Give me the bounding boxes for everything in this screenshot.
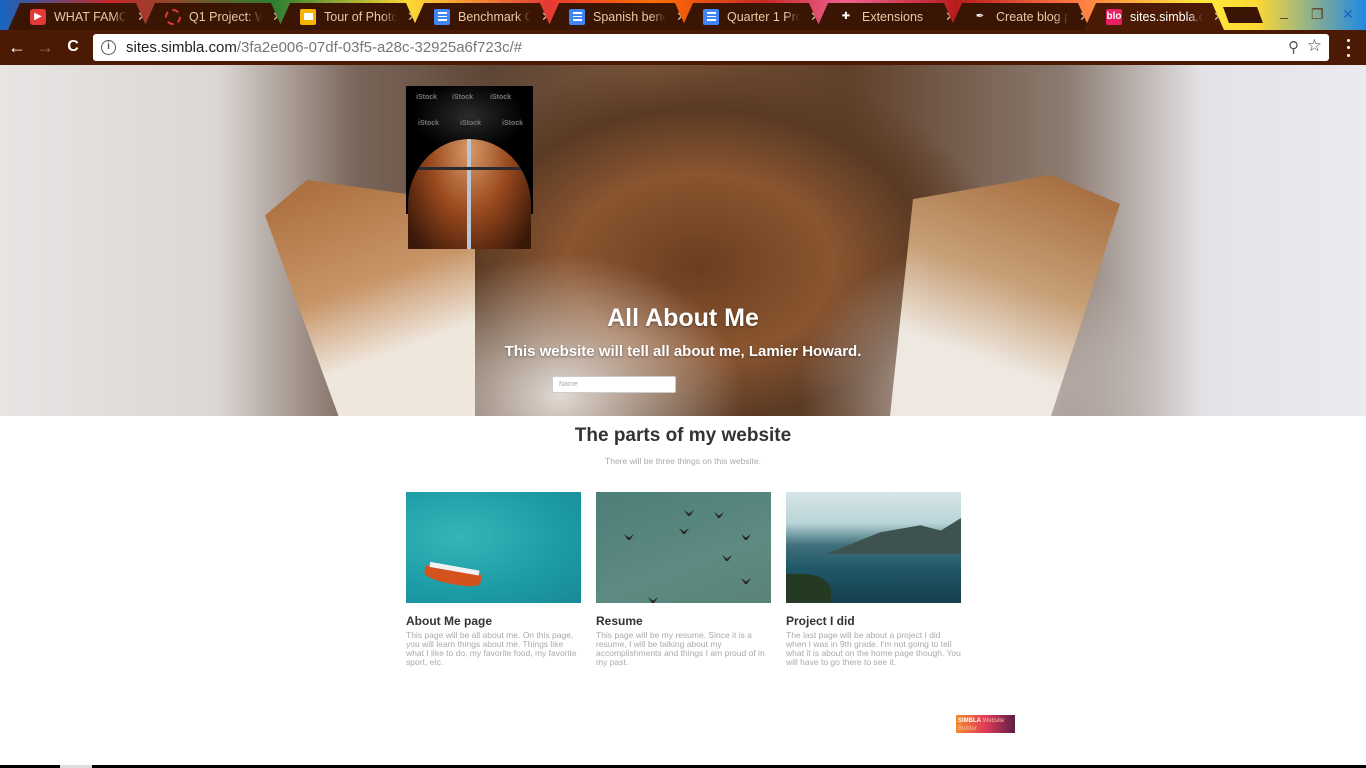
birds-image bbox=[596, 492, 771, 603]
section-subtitle: There will be three things on this websi… bbox=[605, 456, 761, 466]
card-title[interactable]: Project I did bbox=[786, 614, 961, 628]
browser-tab-active[interactable]: blo sites.simbla.c ✕ bbox=[1084, 3, 1224, 30]
browser-tab[interactable]: Q1 Project: W ✕ bbox=[143, 3, 283, 30]
hero-banner: iStock iStock iStock iStock iStock iStoc… bbox=[0, 65, 1366, 416]
close-tab-icon[interactable]: ✕ bbox=[1213, 9, 1224, 25]
hero-title: All About Me bbox=[607, 304, 759, 332]
loading-circle-icon bbox=[165, 9, 181, 25]
close-tab-icon[interactable]: ✕ bbox=[541, 9, 552, 25]
lake-image bbox=[786, 492, 961, 603]
puzzle-piece-icon: ✚ bbox=[841, 11, 851, 22]
tab-title: Extensions bbox=[862, 9, 924, 24]
tab-title: Benchmark G bbox=[458, 9, 532, 24]
address-bar[interactable]: i sites.simbla.com/3fa2e006-07df-03f5-a2… bbox=[93, 34, 1329, 61]
forward-button[interactable]: → bbox=[34, 37, 56, 58]
card-description: This page will be my resume. Since it is… bbox=[596, 630, 765, 667]
tab-title: Q1 Project: W bbox=[189, 9, 263, 24]
section-title: The parts of my website bbox=[574, 425, 792, 446]
tab-strip: ▶ WHAT FAMOUS ✕ Q1 Project: W ✕ Tour of … bbox=[0, 0, 1366, 30]
zoom-icon[interactable]: ⚲ bbox=[1288, 38, 1299, 56]
tab-title: sites.simbla.c bbox=[1130, 9, 1204, 24]
hero-subtitle: This website will tell all about me, Lam… bbox=[504, 343, 862, 360]
browser-tab[interactable]: ✚ Extensions ✕ bbox=[816, 3, 956, 30]
browser-menu-button[interactable] bbox=[1343, 37, 1353, 59]
card-title[interactable]: Resume bbox=[596, 614, 771, 628]
close-tab-icon[interactable]: ✕ bbox=[137, 9, 148, 25]
web-page: iStock iStock iStock iStock iStock iStoc… bbox=[0, 65, 1366, 768]
google-slides-icon bbox=[300, 9, 316, 25]
badge-line2: Builder bbox=[958, 726, 977, 732]
simbla-icon: blo bbox=[1106, 9, 1122, 25]
basketball-logo-image: iStock iStock iStock iStock iStock iStoc… bbox=[406, 86, 533, 249]
card-about-me[interactable]: About Me page This page will be all abou… bbox=[406, 492, 581, 667]
browser-tab[interactable]: Spanish benc ✕ bbox=[547, 3, 687, 30]
card-title[interactable]: About Me page bbox=[406, 614, 581, 628]
watermark: iStock bbox=[490, 94, 512, 101]
browser-tab[interactable]: ✒ Create blog p ✕ bbox=[950, 3, 1090, 30]
browser-tab[interactable]: Benchmark G ✕ bbox=[412, 3, 552, 30]
simbla-builder-badge[interactable]: SIMBLA Website Builder bbox=[956, 715, 1015, 733]
restore-button[interactable]: ❐ bbox=[1311, 6, 1324, 23]
card-resume[interactable]: Resume This page will be my resume. Sinc… bbox=[596, 492, 771, 667]
badge-brand: SIMBLA bbox=[958, 718, 981, 724]
watermark: iStock bbox=[502, 120, 524, 127]
boat-image bbox=[406, 492, 581, 603]
minimize-button[interactable]: _ bbox=[1280, 3, 1288, 19]
card-description: The last page will be about a project I … bbox=[786, 630, 961, 667]
watermark: iStock bbox=[460, 120, 482, 127]
google-docs-icon bbox=[569, 9, 585, 25]
tab-title: Create blog p bbox=[996, 9, 1070, 24]
info-icon[interactable]: i bbox=[101, 40, 116, 55]
name-input[interactable] bbox=[552, 376, 676, 393]
tab-title: Tour of Photo bbox=[324, 9, 398, 24]
google-docs-icon bbox=[703, 9, 719, 25]
tab-title: Quarter 1 Pro bbox=[727, 9, 801, 24]
quill-pen-icon: ✒ bbox=[975, 11, 985, 22]
card-description: This page will be all about me. On this … bbox=[406, 630, 577, 667]
browser-chrome: ▶ WHAT FAMOUS ✕ Q1 Project: W ✕ Tour of … bbox=[0, 0, 1366, 65]
url-host: sites.simbla.com bbox=[126, 39, 237, 56]
new-tab-button[interactable] bbox=[1223, 7, 1263, 23]
youtube-icon: ▶ bbox=[30, 9, 46, 25]
badge-text: Website bbox=[981, 718, 1005, 724]
google-docs-icon bbox=[434, 9, 450, 25]
watermark: iStock bbox=[418, 120, 440, 127]
watermark: iStock bbox=[452, 94, 474, 101]
background-fox-ear bbox=[890, 175, 1120, 416]
browser-tab[interactable]: Quarter 1 Pro ✕ bbox=[681, 3, 821, 30]
back-button[interactable]: ← bbox=[6, 37, 28, 58]
url-path: /3fa2e006-07df-03f5-a28c-32925a6f723c/# bbox=[236, 39, 523, 56]
bookmark-star-icon[interactable]: ☆ bbox=[1307, 36, 1322, 56]
close-tab-icon[interactable]: ✕ bbox=[810, 9, 821, 25]
close-tab-icon[interactable]: ✕ bbox=[272, 9, 283, 25]
tab-title: Spanish benc bbox=[593, 9, 667, 24]
basketball bbox=[408, 139, 531, 249]
watermark: iStock bbox=[416, 94, 438, 101]
tab-title: WHAT FAMOUS bbox=[54, 9, 128, 24]
browser-tab[interactable]: Tour of Photo ✕ bbox=[278, 3, 418, 30]
browser-tab[interactable]: ▶ WHAT FAMOUS ✕ bbox=[8, 3, 148, 30]
card-project[interactable]: Project I did The last page will be abou… bbox=[786, 492, 961, 667]
reload-button[interactable]: C bbox=[62, 38, 84, 56]
close-window-button[interactable]: ✕ bbox=[1342, 6, 1354, 23]
